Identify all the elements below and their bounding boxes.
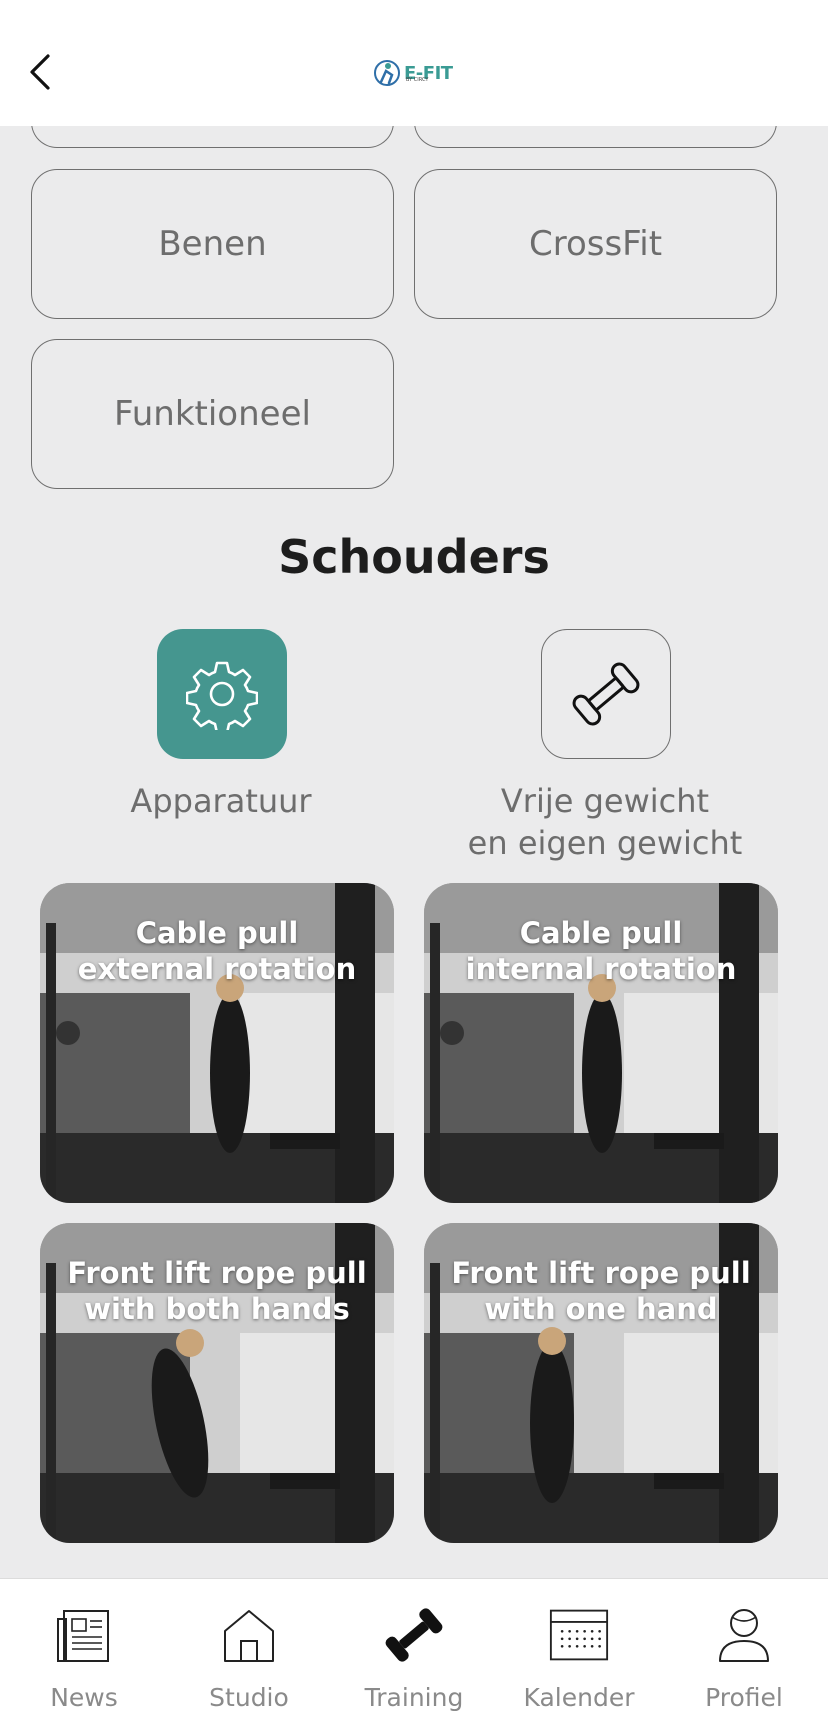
exercise-title-line: Front lift rope pull — [451, 1256, 751, 1290]
type-label-line: Apparatuur — [130, 782, 312, 820]
tab-label: Kalender — [523, 1683, 635, 1712]
type-button-vrije-gewicht[interactable] — [541, 629, 671, 759]
exercise-card-cable-pull-internal[interactable]: Cable pull internal rotation — [424, 883, 778, 1203]
category-label: Benen — [158, 224, 267, 264]
dumbbell-icon — [572, 662, 640, 726]
exercise-title-line: with one hand — [484, 1292, 718, 1326]
tab-news[interactable]: News — [14, 1579, 154, 1719]
type-label-line: Vrije gewicht — [500, 782, 710, 820]
category-button-benen[interactable]: Benen — [31, 169, 394, 319]
chevron-left-icon — [30, 54, 50, 90]
home-icon — [224, 1610, 274, 1662]
tab-label: News — [50, 1683, 118, 1712]
app-logo: E-FIT BY CIRCY — [372, 56, 456, 90]
type-label-vrije-gewicht: Vrije gewicht en eigen gewicht — [440, 780, 770, 864]
exercise-title-line: Cable pull — [519, 916, 683, 950]
back-button[interactable] — [26, 52, 56, 92]
tab-training[interactable]: Training — [344, 1579, 484, 1719]
tab-studio[interactable]: Studio — [179, 1579, 319, 1719]
exercise-card-cable-pull-external[interactable]: Cable pull external rotation — [40, 883, 394, 1203]
gear-icon — [186, 661, 258, 730]
exercise-title: Cable pull external rotation — [40, 915, 394, 987]
section-title: Schouders — [278, 530, 550, 584]
dumbbell-icon — [385, 1608, 443, 1662]
exercise-title-line: Cable pull — [135, 916, 299, 950]
exercise-card-front-lift-one[interactable]: Front lift rope pull with one hand — [424, 1223, 778, 1543]
bottom-tab-bar: News Studio Training Kalender Profiel — [0, 1578, 828, 1719]
category-label: Funktioneel — [114, 394, 311, 434]
exercise-title-line: external rotation — [77, 952, 357, 986]
exercise-title-line: internal rotation — [465, 952, 737, 986]
news-icon — [57, 1610, 109, 1662]
category-label: CrossFit — [528, 224, 663, 264]
tab-label: Profiel — [705, 1683, 783, 1712]
tab-label: Studio — [209, 1683, 289, 1712]
exercise-card-front-lift-both[interactable]: Front lift rope pull with both hands — [40, 1223, 394, 1543]
type-label-apparatuur: Apparatuur — [91, 780, 351, 822]
exercise-title-line: Front lift rope pull — [67, 1256, 367, 1290]
calendar-icon — [549, 1609, 609, 1661]
profile-icon — [719, 1609, 769, 1662]
exercise-title: Cable pull internal rotation — [424, 915, 778, 987]
app-header: E-FIT BY CIRCY — [0, 0, 828, 126]
category-button-funktioneel[interactable]: Funktioneel — [31, 339, 394, 489]
type-label-line: en eigen gewicht — [467, 824, 743, 862]
exercise-title-line: with both hands — [84, 1292, 350, 1326]
tab-profiel[interactable]: Profiel — [674, 1579, 814, 1719]
type-button-apparatuur[interactable] — [157, 629, 287, 759]
tab-kalender[interactable]: Kalender — [509, 1579, 649, 1719]
tab-label: Training — [364, 1683, 464, 1712]
exercise-title: Front lift rope pull with both hands — [40, 1255, 394, 1327]
category-button-crossfit[interactable]: CrossFit — [414, 169, 777, 319]
logo-figure-icon — [374, 60, 400, 86]
exercise-title: Front lift rope pull with one hand — [424, 1255, 778, 1327]
logo-subtext: BY CIRCY — [406, 77, 429, 83]
